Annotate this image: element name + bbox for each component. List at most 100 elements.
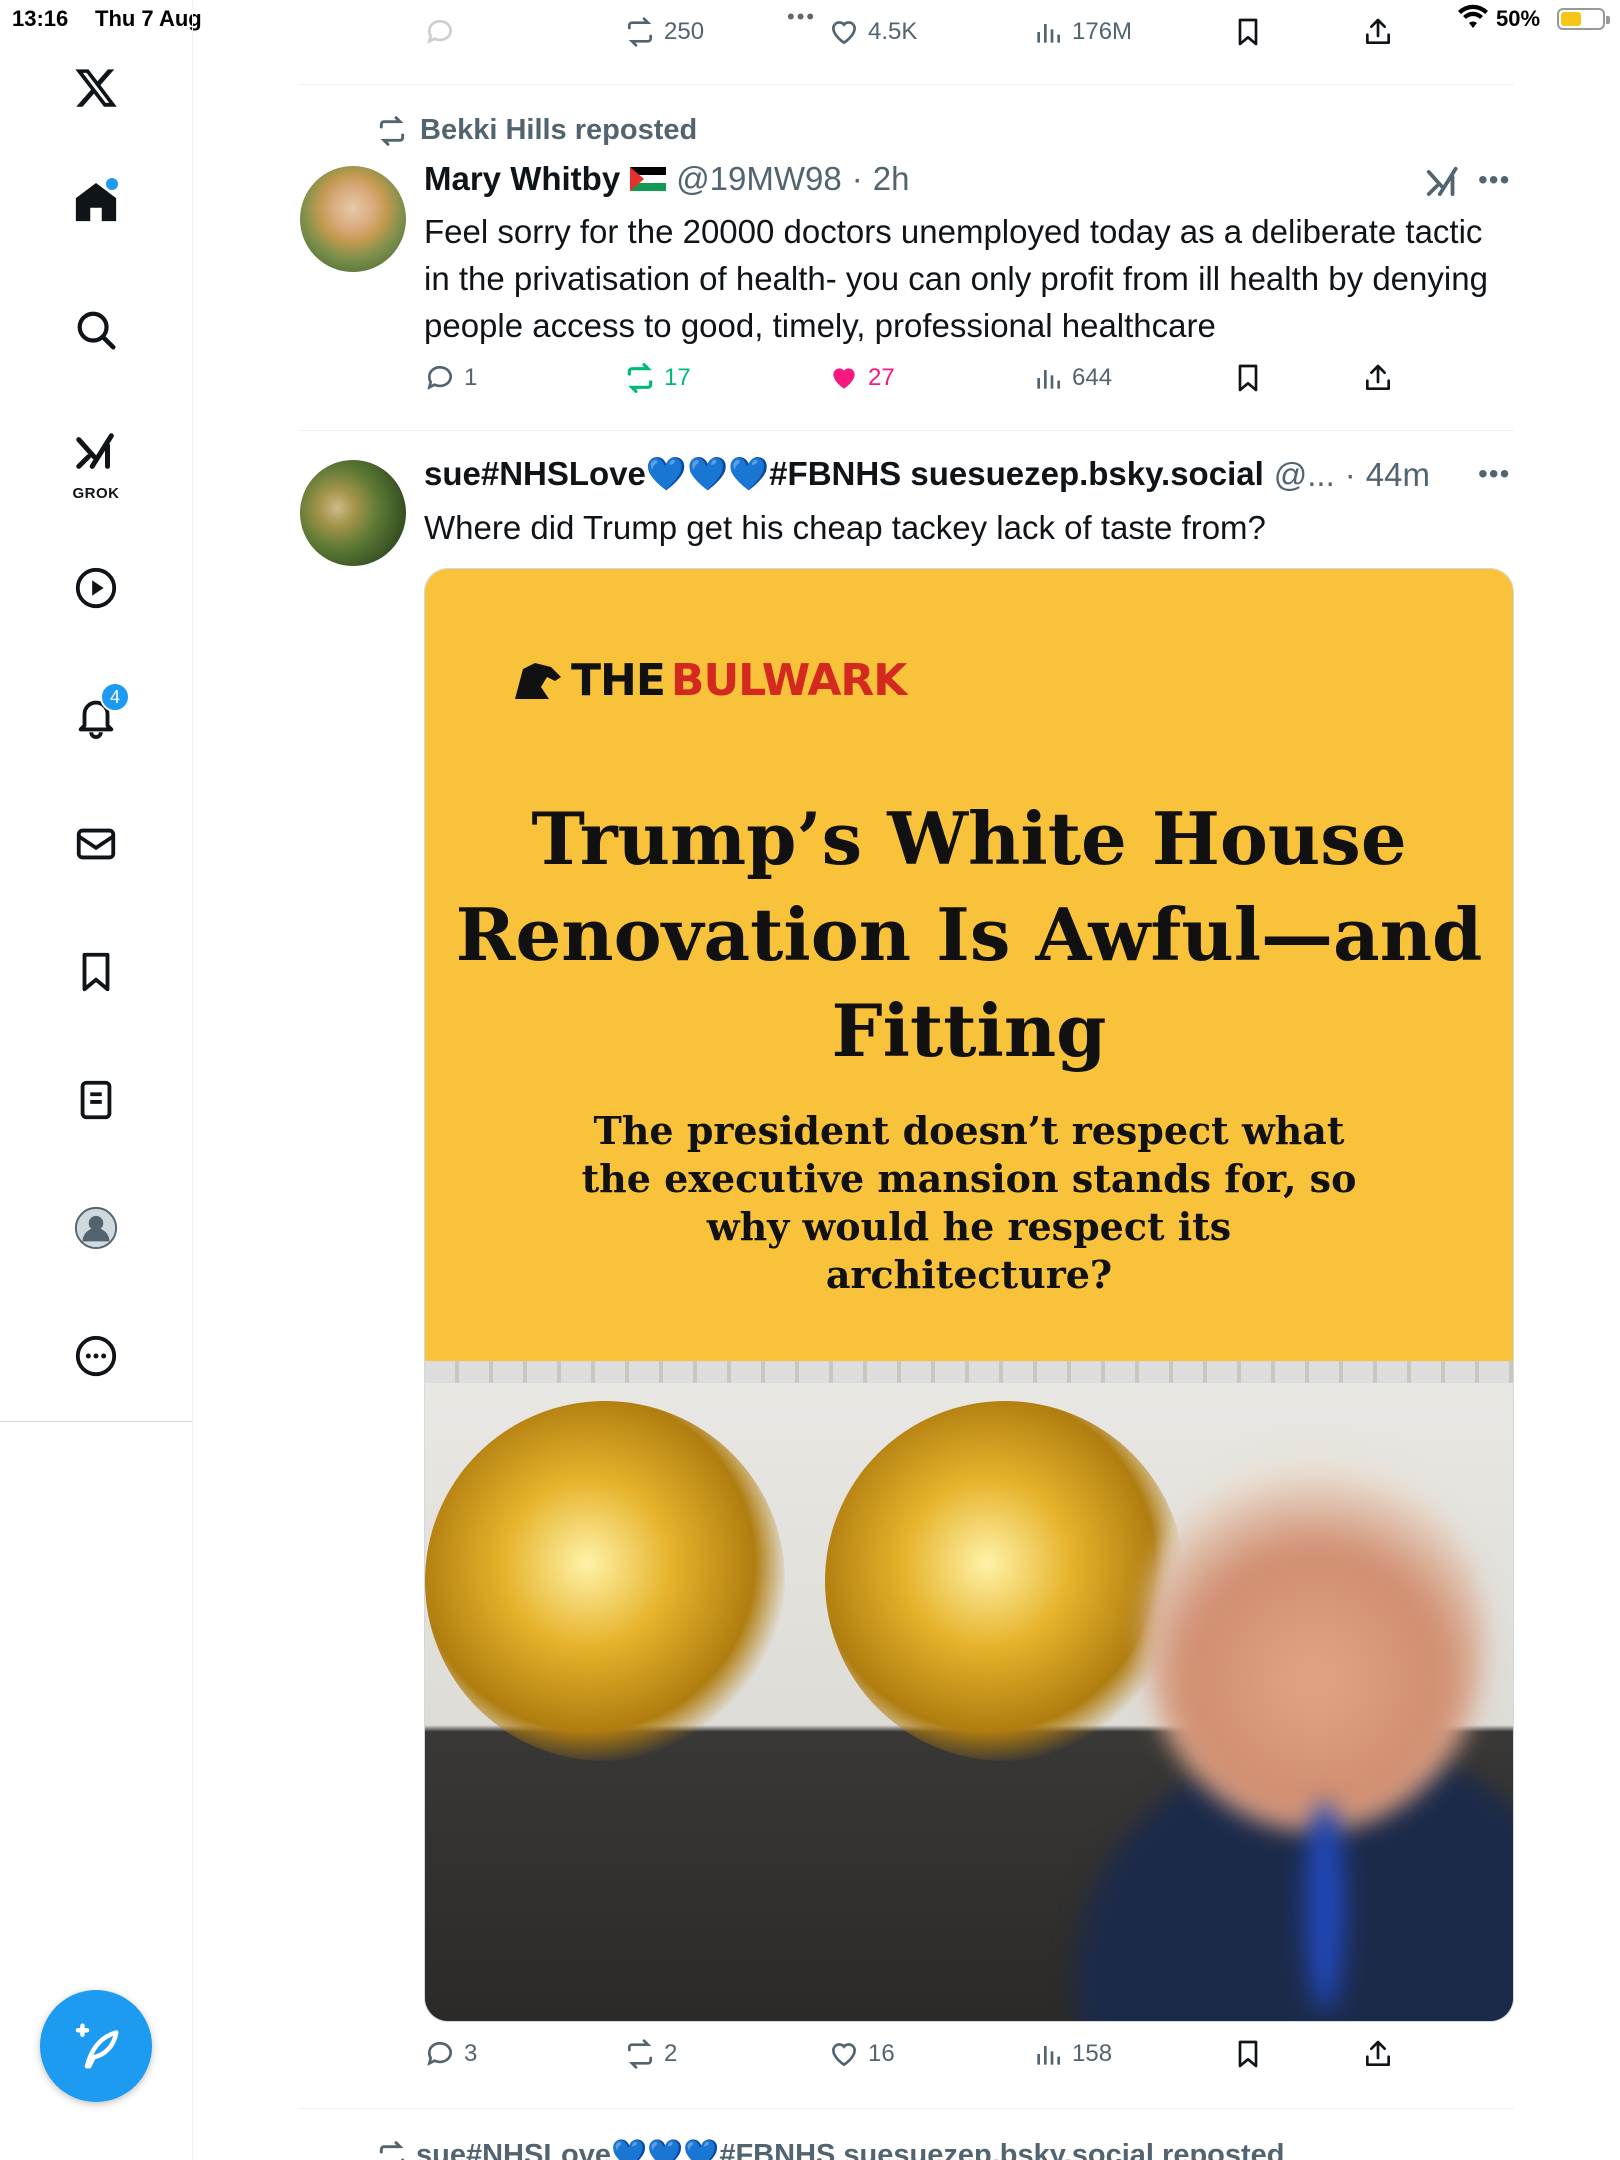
views-count: 158 <box>1072 2040 1113 2067</box>
next-repost-label: sue#NHSLove💙💙💙#FBNHS suesuezep.bsky.soci… <box>416 2139 1285 2160</box>
bookmark-icon <box>1238 18 1258 46</box>
reply-button[interactable]: 3 <box>424 2038 477 2070</box>
bookmark-icon <box>1238 364 1258 392</box>
lists-icon[interactable] <box>60 1064 132 1136</box>
repost-button[interactable]: 17 <box>624 362 691 394</box>
reply-bubble-icon <box>427 365 452 390</box>
bookmarks-icon[interactable] <box>60 936 132 1008</box>
tweet2-media-image[interactable]: THE BULWARK Trump’s White House Renovatio… <box>424 568 1514 2022</box>
tweet1-text: Feel sorry for the 20000 doctors unemplo… <box>424 213 1488 344</box>
tweet2-author-name[interactable]: sue#NHSLove💙💙💙#FBNHS suesuezep.bsky.soci… <box>424 455 1264 494</box>
tweet1-repost-context[interactable]: Bekki Hills reposted <box>376 114 697 147</box>
bulwark-logo-bulwark: BULWARK <box>670 655 907 706</box>
reply-bubble-icon <box>427 19 452 44</box>
tweet1-more-icon[interactable]: ••• <box>1478 164 1510 196</box>
tweet2-more-icon[interactable]: ••• <box>1478 458 1510 490</box>
feather-plus-icon <box>75 2023 119 2069</box>
tweet1-time[interactable]: 2h <box>873 160 910 198</box>
repost-icon <box>627 363 653 393</box>
bulwark-logo-the: THE <box>571 655 666 706</box>
sidebar: GROK 4 <box>0 0 193 1422</box>
article-card-banner: THE BULWARK Trump’s White House Renovatio… <box>425 569 1513 1361</box>
like-button[interactable]: 16 <box>828 2038 895 2070</box>
repost-button[interactable]: 2 <box>624 2038 677 2070</box>
repost-icon <box>379 115 405 146</box>
reply-button[interactable] <box>424 16 456 48</box>
views-chart-icon <box>1037 2046 1060 2065</box>
tweet2-header: sue#NHSLove💙💙💙#FBNHS suesuezep.bsky.soci… <box>424 455 1444 494</box>
views-chart-icon <box>1037 24 1060 43</box>
heart-icon <box>831 21 857 45</box>
bulwark-knight-icon <box>515 662 561 699</box>
views-count: 644 <box>1072 364 1113 391</box>
like-button[interactable]: 27 <box>828 362 895 394</box>
gold-ornament-left <box>425 1401 785 1761</box>
grok-label: GROK <box>72 485 120 502</box>
tweet1-repost-label: Bekki Hills reposted <box>420 114 698 146</box>
tweet1-separator: · <box>851 160 863 197</box>
prev-tweet-action-bar: 250 4.5K 176M <box>424 16 1424 56</box>
gold-ornament-right <box>825 1401 1185 1761</box>
share-button[interactable] <box>1362 16 1394 48</box>
bookmark-icon <box>1238 2040 1258 2068</box>
like-button[interactable]: 4.5K <box>828 16 917 48</box>
profile-avatar-icon[interactable] <box>60 1192 132 1264</box>
bulwark-logo: THE BULWARK <box>511 655 907 706</box>
repost-icon <box>628 2039 652 2069</box>
repost-count: 250 <box>664 18 705 45</box>
views-button[interactable]: 644 <box>1032 362 1112 394</box>
bookmark-button[interactable] <box>1232 2038 1264 2070</box>
battery-percent: 50% <box>1496 6 1541 31</box>
messages-envelope-icon[interactable] <box>60 808 132 880</box>
share-button[interactable] <box>1362 362 1394 394</box>
like-count: 16 <box>868 2040 895 2067</box>
repost-count: 2 <box>664 2040 678 2067</box>
repost-icon <box>379 2141 405 2160</box>
gold-ornament-photo <box>425 1361 1513 2021</box>
heart-icon <box>831 2043 857 2067</box>
repost-icon <box>628 17 652 47</box>
feed-divider <box>300 430 1514 431</box>
share-upload-icon <box>1366 18 1390 44</box>
like-count: 4.5K <box>868 18 918 45</box>
reply-button[interactable]: 1 <box>424 362 477 394</box>
bookmark-button[interactable] <box>1232 16 1264 48</box>
tweet2-text: Where did Trump get his cheap tackey lac… <box>424 509 1266 546</box>
tweet2-separator: · <box>1344 455 1356 493</box>
article-subhead: The president doesn’t respect what the e… <box>581 1108 1357 1297</box>
tweet1-author-avatar[interactable] <box>300 166 406 272</box>
repost-button[interactable]: 250 <box>624 16 704 48</box>
repost-count: 17 <box>664 364 691 391</box>
grok-analyze-icon[interactable] <box>1424 164 1462 207</box>
reply-count: 1 <box>464 364 478 391</box>
tweet2-handle[interactable]: @... <box>1274 456 1335 494</box>
tweet1-header: Mary Whitby @19MW98 · 2h <box>424 160 909 198</box>
tweet2-time[interactable]: 44m <box>1366 456 1430 494</box>
x-logo-icon[interactable] <box>60 52 132 124</box>
tweet1-author-name[interactable]: Mary Whitby <box>424 160 620 198</box>
reply-count: 3 <box>464 2040 478 2067</box>
compose-post-button[interactable] <box>40 1990 152 2102</box>
blurred-face <box>1145 1451 1485 1831</box>
share-upload-icon <box>1366 2040 1390 2066</box>
video-play-icon[interactable] <box>60 552 132 624</box>
views-button[interactable]: 176M <box>1032 16 1132 48</box>
palestine-flag-icon <box>630 167 667 191</box>
next-tweet-repost-context[interactable]: sue#NHSLove💙💙💙#FBNHS suesuezep.bsky.soci… <box>376 2138 1285 2160</box>
feed-divider <box>300 84 1514 85</box>
share-button[interactable] <box>1362 2038 1394 2070</box>
home-icon[interactable] <box>60 166 132 238</box>
tweet2-author-avatar[interactable] <box>300 460 406 566</box>
more-options-circle-icon[interactable] <box>60 1320 132 1392</box>
tweet1-action-bar: 1 17 27 644 <box>424 362 1424 402</box>
notifications-bell-icon[interactable]: 4 <box>60 680 132 752</box>
reply-bubble-icon <box>427 2041 452 2066</box>
search-icon[interactable] <box>60 294 132 366</box>
views-chart-icon <box>1037 370 1060 389</box>
tweet1-handle[interactable]: @19MW98 <box>676 160 842 198</box>
grok-icon[interactable]: GROK <box>60 420 132 502</box>
views-count: 176M <box>1072 18 1133 45</box>
views-button[interactable]: 158 <box>1032 2038 1112 2070</box>
bookmark-button[interactable] <box>1232 362 1264 394</box>
article-headline: Trump’s White House Renovation Is Awful—… <box>455 796 1483 1073</box>
